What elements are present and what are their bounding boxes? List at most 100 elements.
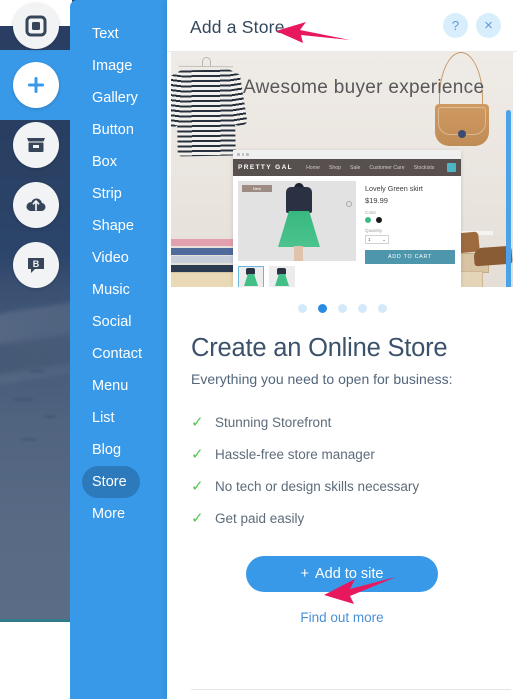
add-to-site-button[interactable]: + Add to site bbox=[246, 556, 438, 592]
carousel-dot[interactable] bbox=[297, 304, 307, 313]
handbag-clasp bbox=[458, 130, 466, 138]
menu-item-label: Video bbox=[92, 250, 129, 266]
plus-icon: + bbox=[300, 566, 309, 582]
dialog-footer-divider bbox=[191, 689, 511, 690]
menu-item-strip[interactable]: Strip bbox=[70, 178, 167, 210]
menu-item-label: Text bbox=[92, 26, 119, 42]
menu-item-store[interactable]: Store bbox=[82, 466, 140, 498]
carousel-dot-active[interactable] bbox=[317, 304, 327, 313]
mock-site-nav: PRETTY GAL Home Shop Sale Customer Care Stoc… bbox=[233, 159, 461, 176]
mock-product-title: Lovely Green skirt bbox=[365, 184, 423, 193]
mock-nav-link: Stockists bbox=[413, 164, 435, 171]
menu-item-label: Blog bbox=[92, 442, 122, 458]
menu-item-contact[interactable]: Contact bbox=[70, 338, 167, 370]
menu-item-label: Strip bbox=[92, 186, 122, 202]
mock-nav-link: Home bbox=[306, 164, 320, 171]
menu-item-label: Contact bbox=[92, 346, 142, 362]
handbag-photo bbox=[435, 104, 489, 146]
section-subtitle: Everything you need to open for business… bbox=[191, 371, 453, 387]
feature-list: ✓ Stunning Storefront ✓ Hassle-free store m… bbox=[191, 406, 493, 534]
menu-item-label: Image bbox=[92, 58, 133, 74]
dialog-header: Add a Store ? × bbox=[167, 0, 517, 52]
menu-item-button[interactable]: Button bbox=[70, 114, 167, 146]
mock-new-badge: New bbox=[242, 185, 272, 192]
rail-item-store[interactable] bbox=[13, 122, 59, 168]
menu-item-label: Social bbox=[92, 314, 132, 330]
carousel-dot[interactable] bbox=[337, 304, 347, 313]
add-icon bbox=[23, 72, 49, 98]
mock-quantity-select: 1 ⌄ bbox=[365, 235, 389, 244]
feature-item: ✓ No tech or design skills necessary bbox=[191, 470, 493, 502]
menu-item-blog[interactable]: Blog bbox=[70, 434, 167, 466]
striped-shirt-photo bbox=[171, 69, 248, 157]
mock-nav-link: Sale bbox=[350, 164, 361, 171]
menu-item-label: Menu bbox=[92, 378, 129, 394]
mock-product-page: New Lovely Green skirt $19.99 Color Quan… bbox=[233, 176, 461, 287]
feature-label: No tech or design skills necessary bbox=[215, 478, 420, 494]
mock-add-to-cart-button: ADD TO CART bbox=[365, 250, 455, 264]
menu-item-shape[interactable]: Shape bbox=[70, 210, 167, 242]
rail-item-blog[interactable]: B bbox=[13, 242, 59, 288]
cloud-upload-icon bbox=[24, 193, 48, 217]
mock-quantity-label: Quantity bbox=[365, 228, 383, 233]
rail-item-pages[interactable] bbox=[13, 3, 59, 49]
menu-item-gallery[interactable]: Gallery bbox=[70, 82, 167, 114]
mock-brand: PRETTY GAL bbox=[238, 164, 294, 171]
dialog-body: Create an Online Store Everything you ne… bbox=[167, 313, 517, 625]
model-legs bbox=[294, 246, 303, 261]
chevron-down-icon: ⌄ bbox=[382, 236, 386, 242]
menu-item-social[interactable]: Social bbox=[70, 306, 167, 338]
mock-color-label: Color bbox=[365, 210, 376, 215]
menu-item-label: Box bbox=[92, 154, 117, 170]
menu-item-video[interactable]: Video bbox=[70, 242, 167, 274]
menu-item-list[interactable]: List bbox=[70, 402, 167, 434]
close-button[interactable]: × bbox=[476, 13, 501, 38]
mock-nav-link: Customer Care bbox=[369, 164, 405, 171]
pages-icon bbox=[24, 14, 48, 38]
color-swatch-black bbox=[376, 217, 382, 223]
mock-thumbnail bbox=[238, 266, 264, 287]
model-top bbox=[286, 187, 312, 213]
folded-clothes-stack bbox=[171, 239, 241, 273]
hero-caption: Awesome buyer experience bbox=[243, 77, 485, 98]
menu-item-label: Button bbox=[92, 122, 134, 138]
carousel-slide[interactable]: Awesome buyer experience PRETTY GAL Home… bbox=[171, 52, 513, 287]
mock-nav-link: Shop bbox=[328, 164, 342, 171]
check-icon: ✓ bbox=[191, 478, 204, 495]
help-button[interactable]: ? bbox=[443, 13, 468, 38]
feature-item: ✓ Get paid easily bbox=[191, 502, 493, 534]
blog-bubble-icon: B bbox=[24, 253, 48, 277]
add-store-dialog: Add a Store ? × Awesome buyer experience… bbox=[167, 0, 517, 699]
rail-item-add[interactable] bbox=[13, 62, 59, 108]
quantity-value: 1 bbox=[368, 237, 371, 242]
menu-item-label: List bbox=[92, 410, 115, 426]
mock-nav-links: Home Shop Sale Customer Care Stockists bbox=[306, 165, 434, 171]
store-preview-mockup: PRETTY GAL Home Shop Sale Customer Care Stoc… bbox=[233, 150, 461, 287]
menu-item-more[interactable]: More bbox=[70, 498, 167, 530]
menu-item-label: Store bbox=[92, 474, 127, 490]
menu-item-label: Gallery bbox=[92, 90, 138, 106]
menu-item-box[interactable]: Box bbox=[70, 146, 167, 178]
store-icon bbox=[24, 133, 48, 157]
carousel-dot[interactable] bbox=[357, 304, 367, 313]
check-icon: ✓ bbox=[191, 446, 204, 463]
feature-label: Get paid easily bbox=[215, 510, 305, 526]
svg-text:B: B bbox=[33, 259, 40, 269]
mock-thumbnail bbox=[269, 266, 295, 287]
rail-item-upload[interactable] bbox=[13, 182, 59, 228]
menu-item-menu[interactable]: Menu bbox=[70, 370, 167, 402]
mock-product-info: Lovely Green skirt $19.99 Color Quantity… bbox=[361, 176, 461, 287]
scrollbar-thumb[interactable] bbox=[506, 110, 511, 287]
carousel-dot[interactable] bbox=[377, 304, 387, 313]
model-green-skirt bbox=[278, 211, 320, 247]
screen: B Text Image Gallery Button Box Strip Shape Vid… bbox=[0, 0, 517, 699]
add-to-site-label: Add to site bbox=[314, 566, 384, 582]
feature-item: ✓ Stunning Storefront bbox=[191, 406, 493, 438]
check-icon: ✓ bbox=[191, 414, 204, 431]
menu-item-text[interactable]: Text bbox=[70, 18, 167, 50]
page-title: Add a Store bbox=[190, 17, 285, 37]
menu-item-image[interactable]: Image bbox=[70, 50, 167, 82]
find-out-more-link[interactable]: Find out more bbox=[191, 610, 493, 625]
menu-item-music[interactable]: Music bbox=[70, 274, 167, 306]
mock-browser-chrome bbox=[233, 150, 461, 159]
